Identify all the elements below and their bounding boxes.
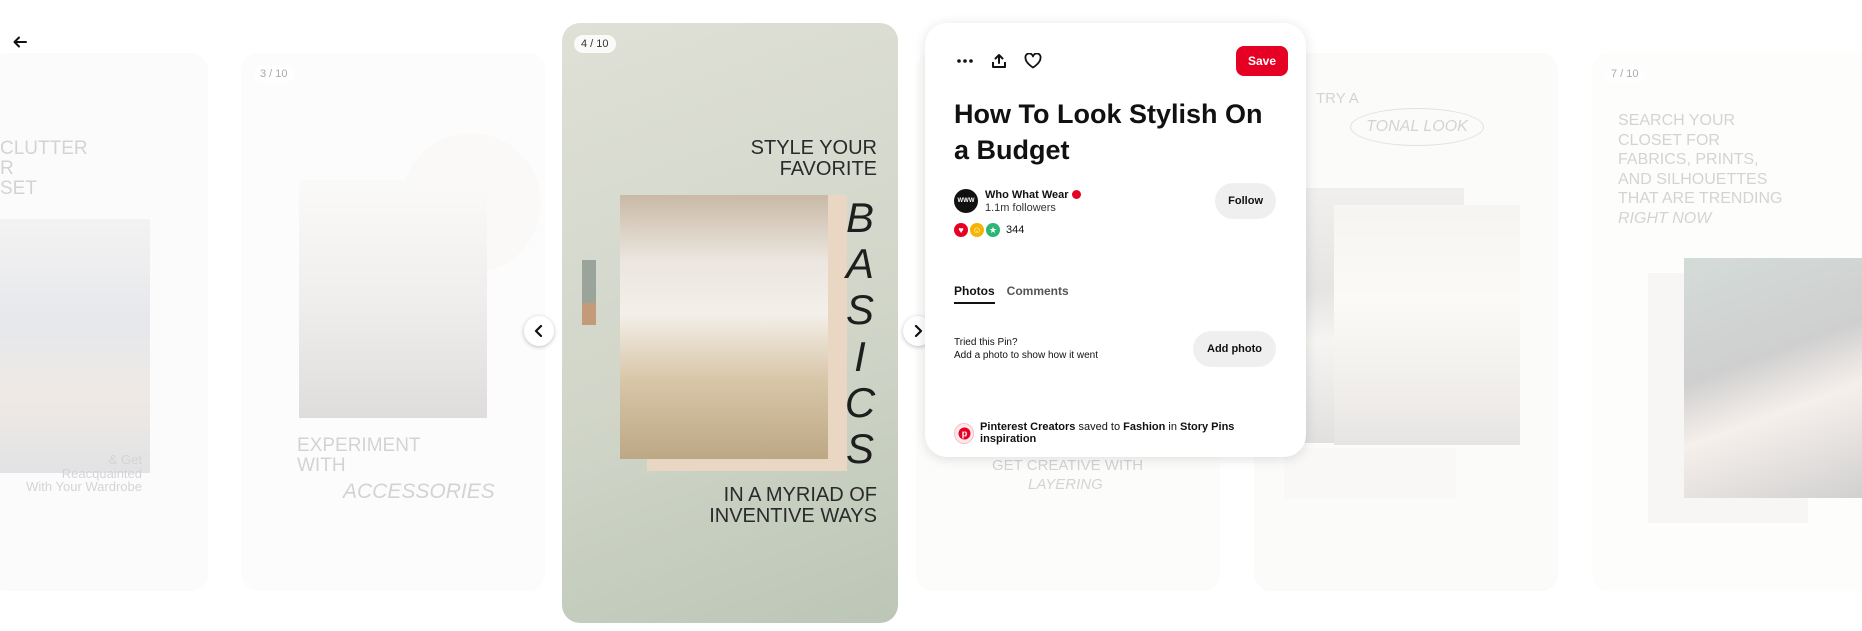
tried-pin-row: Tried this Pin? Add a photo to show how … [954,331,1276,367]
tab-comments[interactable]: Comments [1007,284,1069,304]
card-heading: SEARCH YOUR CLOSET FOR FABRICS, PRINTS, … [1618,112,1783,227]
page-counter: 3 / 10 [253,65,295,83]
card-photo [0,219,150,473]
card-bottom-text: IN A MYRIAD OF INVENTIVE WAYS [709,484,877,527]
card-accent: ACCESSORIES [343,480,495,503]
heart-icon [1024,53,1042,69]
back-button[interactable] [8,30,32,54]
card-photo [1334,205,1520,445]
reaction-count: 344 [1006,224,1025,236]
page-counter: 4 / 10 [574,35,616,53]
creator-row: WWW Who What Wear 1.1m followers Follow [954,183,1276,219]
more-options-button[interactable] [953,49,977,73]
verified-badge-icon [1071,190,1081,199]
card-photo [620,195,828,459]
card-caption: & Get Reacquainted With Your Wardrobe [26,452,142,495]
arrow-left-icon [13,36,27,48]
previous-page-button[interactable] [524,316,554,346]
share-button[interactable] [987,49,1011,73]
save-button[interactable]: Save [1235,46,1288,76]
saved-to-row: p Pinterest Creators saved to Fashion in… [954,421,1278,445]
tried-heading: Tried this Pin? [954,336,1018,348]
card-heading: TRY A [1316,90,1359,107]
story-page-card[interactable]: CLUTTER R SET & Get Reacquainted With Yo… [0,53,208,591]
creator-name[interactable]: Who What Wear [985,189,1081,201]
panel-toolbar: Save [953,45,1288,77]
panel-tabs: Photos Comments [954,284,1081,304]
card-photo [1684,258,1862,498]
chevron-right-icon [914,325,923,337]
card-heading: EXPERIMENT WITH [297,435,421,476]
card-top-text: STYLE YOUR FAVORITE [750,137,877,180]
svg-text:p: p [961,428,967,438]
add-photo-button[interactable]: Add photo [1193,331,1276,367]
tried-subtext: Add a photo to show how it went [954,350,1098,361]
smile-reaction-icon: ☺ [970,223,984,237]
decorative-swatch [582,303,596,325]
vertical-word: BASICS [844,194,876,472]
chevron-left-icon [534,325,543,337]
more-options-icon [957,59,973,63]
card-heading: GET CREATIVE WITH [992,457,1144,474]
story-page-card[interactable]: 7 / 10 SEARCH YOUR CLOSET FOR FABRICS, P… [1592,53,1862,591]
star-reaction-icon: ★ [986,223,1000,237]
current-story-page[interactable]: 4 / 10 STYLE YOUR FAVORITE BASICS IN A M… [562,23,898,623]
reactions[interactable]: ♥ ☺ ★ 344 [954,223,1024,237]
story-pin-viewer: CLUTTER R SET & Get Reacquainted With Yo… [0,0,1862,631]
decorative-block [1284,448,1456,498]
tab-photos[interactable]: Photos [954,284,995,304]
decorative-swatch [582,260,596,304]
pin-details-panel: Save How To Look Stylish On a Budget WWW… [925,23,1306,457]
heart-reaction-icon: ♥ [954,223,968,237]
story-page-card[interactable]: 3 / 10 EXPERIMENT WITH ACCESSORIES [241,53,545,591]
share-icon [992,54,1006,68]
card-heading: CLUTTER R SET [0,138,88,199]
card-accent: LAYERING [1028,476,1103,493]
creator-avatar[interactable]: WWW [954,189,978,213]
card-photo [299,180,487,418]
pin-title: How To Look Stylish On a Budget [954,99,1263,165]
board-link[interactable]: Fashion [1123,421,1165,433]
saver-name[interactable]: Pinterest Creators [980,421,1075,433]
follower-count: 1.1m followers [985,201,1056,214]
page-counter: 7 / 10 [1604,65,1646,83]
follow-button[interactable]: Follow [1215,183,1276,219]
accent-oval: TONAL LOOK [1350,108,1484,146]
like-button[interactable] [1021,49,1045,73]
pinterest-logo-icon: p [954,422,975,444]
